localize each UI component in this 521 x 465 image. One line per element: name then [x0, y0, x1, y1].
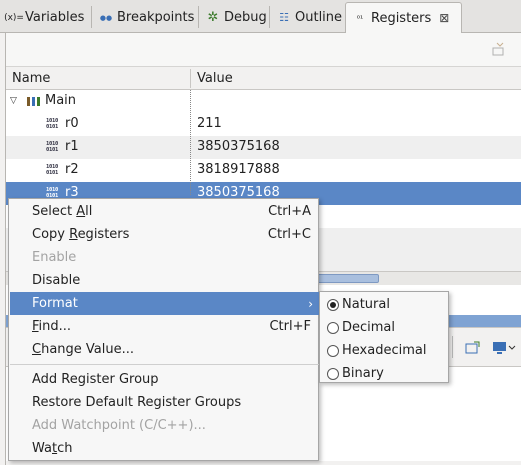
close-icon[interactable]: ⊠ [439, 11, 449, 25]
register-value: 211 [197, 116, 222, 131]
menu-item-enable: Enable [32, 250, 77, 265]
breakpoints-icon: ●● [99, 13, 113, 22]
shortcut-label: Ctrl+A [268, 204, 311, 219]
registers-icon: ⁰¹ [356, 13, 364, 23]
menu-item-find[interactable]: Find... Ctrl+F [10, 315, 319, 338]
tab-registers[interactable]: ⁰¹ Registers ⊠ [345, 2, 462, 33]
register-icon: 1010 0101 [46, 186, 59, 199]
register-group-row[interactable]: ▽ Main [6, 90, 521, 113]
tab-debug[interactable]: ✲ Debug [199, 3, 267, 32]
tab-debug-label: Debug [224, 10, 267, 25]
display-icon[interactable] [490, 338, 518, 358]
menu-item-copy-registers[interactable]: Copy Registers Ctrl+C [10, 223, 319, 246]
radio-icon [327, 345, 339, 357]
menu-item-restore-default-register-groups[interactable]: Restore Default Register Groups [10, 391, 319, 414]
format-submenu: Natural Decimal Hexadecimal Binary [319, 291, 449, 383]
group-name: Main [45, 93, 77, 108]
layout-icon[interactable] [492, 42, 508, 56]
menu-item-change-value[interactable]: Change Value... [10, 338, 319, 361]
format-option-hexadecimal[interactable]: Hexadecimal [321, 339, 449, 362]
register-row[interactable]: 1010 0101 r1 3850375168 [6, 136, 521, 159]
view-tab-bar: (x)= Variables ●● Breakpoints ✲ Debug ☷ … [0, 0, 521, 33]
tab-registers-label: Registers [371, 10, 432, 26]
register-icon: 1010 0101 [46, 117, 59, 130]
menu-item-select-all[interactable]: Select All Ctrl+A [10, 200, 319, 223]
tab-variables[interactable]: (x)= Variables [0, 3, 84, 32]
menu-item-watch[interactable]: Watch [10, 437, 319, 460]
tab-breakpoints-label: Breakpoints [117, 10, 195, 25]
debug-icon: ✲ [207, 10, 219, 25]
expand-icon[interactable]: ▽ [10, 96, 20, 106]
tab-variables-label: Variables [25, 10, 85, 25]
format-option-decimal[interactable]: Decimal [321, 316, 449, 339]
radio-icon [327, 322, 339, 334]
menu-item-add-register-group[interactable]: Add Register Group [10, 368, 319, 391]
format-option-binary[interactable]: Binary [321, 362, 449, 385]
format-option-natural[interactable]: Natural [321, 293, 449, 316]
menu-separator [10, 364, 319, 365]
radio-selected-icon [327, 299, 339, 311]
radio-icon [327, 368, 339, 380]
pin-icon[interactable] [462, 338, 484, 358]
tab-outline[interactable]: ☷ Outline [270, 3, 342, 32]
register-row[interactable]: 1010 0101 r0 211 [6, 113, 521, 136]
menu-item-add-watchpoint: Add Watchpoint (C/C++)... [32, 418, 206, 433]
variables-icon: (x)= [4, 12, 24, 23]
table-header: Name Value [6, 66, 521, 90]
outline-icon: ☷ [279, 11, 289, 24]
context-menu: Select All Ctrl+A Copy Registers Ctrl+C … [8, 198, 319, 461]
register-icon: 1010 0101 [46, 140, 59, 153]
shortcut-label: Ctrl+F [269, 319, 311, 334]
scrollbar-thumb[interactable] [316, 274, 379, 283]
tab-outline-label: Outline [295, 10, 343, 25]
tab-breakpoints[interactable]: ●● Breakpoints [92, 3, 195, 32]
column-header-value[interactable]: Value [197, 71, 233, 86]
menu-item-disable[interactable]: Disable [10, 269, 319, 292]
status-strip [6, 461, 521, 465]
register-name: r0 [65, 116, 79, 131]
register-group-icon [27, 96, 40, 106]
register-icon: 1010 0101 [46, 163, 59, 176]
register-value: 3850375168 [197, 139, 280, 154]
submenu-arrow-icon: › [308, 296, 313, 311]
view-toolbar [6, 33, 521, 66]
menu-item-format[interactable]: Format › [10, 292, 319, 315]
register-value: 3818917888 [197, 162, 280, 177]
register-name: r1 [65, 139, 79, 154]
column-divider [190, 90, 191, 195]
shortcut-label: Ctrl+C [267, 227, 311, 242]
register-row[interactable]: 1010 0101 r2 3818917888 [6, 159, 521, 182]
column-header-name[interactable]: Name [12, 71, 50, 86]
register-name: r2 [65, 162, 79, 177]
